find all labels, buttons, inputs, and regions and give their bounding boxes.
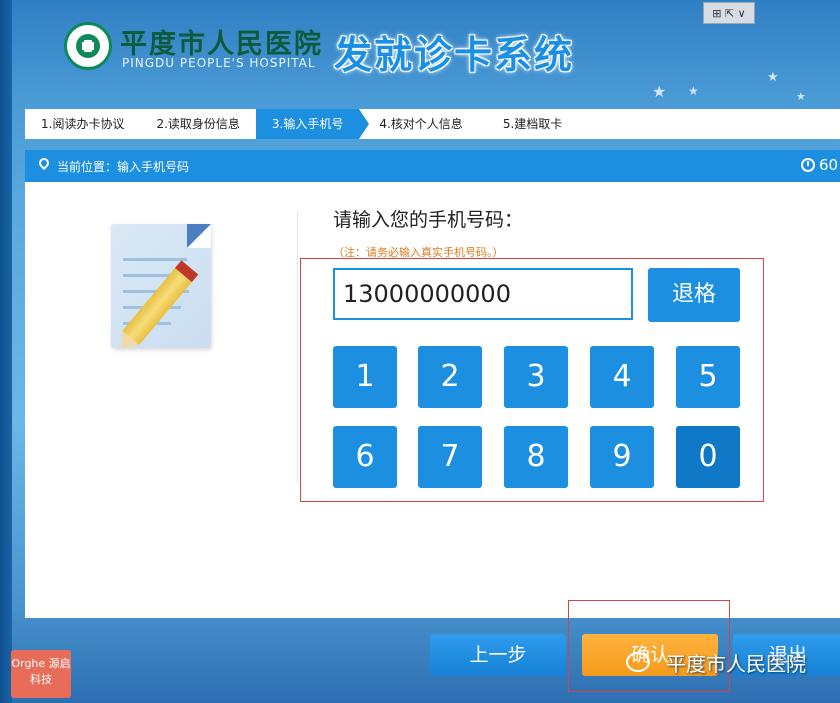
backspace-button[interactable]: 退格 <box>648 268 740 322</box>
phone-prompt: 请输入您的手机号码： <box>333 209 524 231</box>
step-2: 2.读取身份信息 <box>156 117 240 131</box>
step-1: 1.阅读办卡协议 <box>41 117 125 131</box>
location-label: 当前位置：输入手机号码 <box>57 160 190 174</box>
step-5: 5.建档取卡 <box>502 117 563 131</box>
star-icon: ★ <box>767 70 779 85</box>
confirm-highlight-frame <box>568 600 730 692</box>
divider <box>297 212 298 482</box>
keypad-key-5[interactable]: 5 <box>676 346 740 408</box>
star-icon: ★ <box>688 84 699 98</box>
keypad-key-7[interactable]: 7 <box>418 426 482 488</box>
step-4: 4.核对个人信息 <box>379 117 463 131</box>
step-progress-bar: 1.阅读办卡协议 2.读取身份信息 3.输入手机号 4.核对个人信息 5.建档取… <box>25 109 840 139</box>
main-panel: 当前位置：输入手机号码 60 请输入您的手机号码： （注：请务必输入真实手机号码… <box>25 150 840 618</box>
keypad-key-0[interactable]: 0 <box>676 426 740 488</box>
window-controls[interactable]: ⊞ ⇱ ∨ <box>703 2 755 24</box>
keypad-key-6[interactable]: 6 <box>333 426 397 488</box>
step-3-current: 3.输入手机号 <box>255 109 370 139</box>
keypad-key-3[interactable]: 3 <box>504 346 568 408</box>
system-title: 发就诊卡系统 <box>334 33 575 77</box>
location-bar: 当前位置：输入手机号码 60 <box>25 150 840 182</box>
star-icon: ★ <box>796 90 806 103</box>
keypad-key-2[interactable]: 2 <box>418 346 482 408</box>
left-strip <box>0 0 12 703</box>
previous-step-button[interactable]: 上一步 <box>430 634 566 676</box>
countdown-value: 60 <box>819 156 839 174</box>
wechat-icon <box>626 652 650 672</box>
phone-number-input[interactable]: 13000000000 <box>333 268 633 320</box>
brand-logo: Orghe 源启科技 <box>11 650 71 698</box>
keypad-key-8[interactable]: 8 <box>504 426 568 488</box>
watermark-text: 平度市人民医院 <box>666 652 806 676</box>
star-icon: ★ <box>652 82 667 101</box>
keypad-key-4[interactable]: 4 <box>590 346 654 408</box>
hospital-logo-icon <box>64 22 112 70</box>
alarm-clock-icon <box>801 158 815 172</box>
keypad-key-1[interactable]: 1 <box>333 346 397 408</box>
countdown-timer: 60 <box>801 156 838 174</box>
location-pin-icon <box>36 155 52 171</box>
keypad-key-9[interactable]: 9 <box>590 426 654 488</box>
hospital-name-english: PINGDU PEOPLE'S HOSPITAL <box>122 56 316 70</box>
